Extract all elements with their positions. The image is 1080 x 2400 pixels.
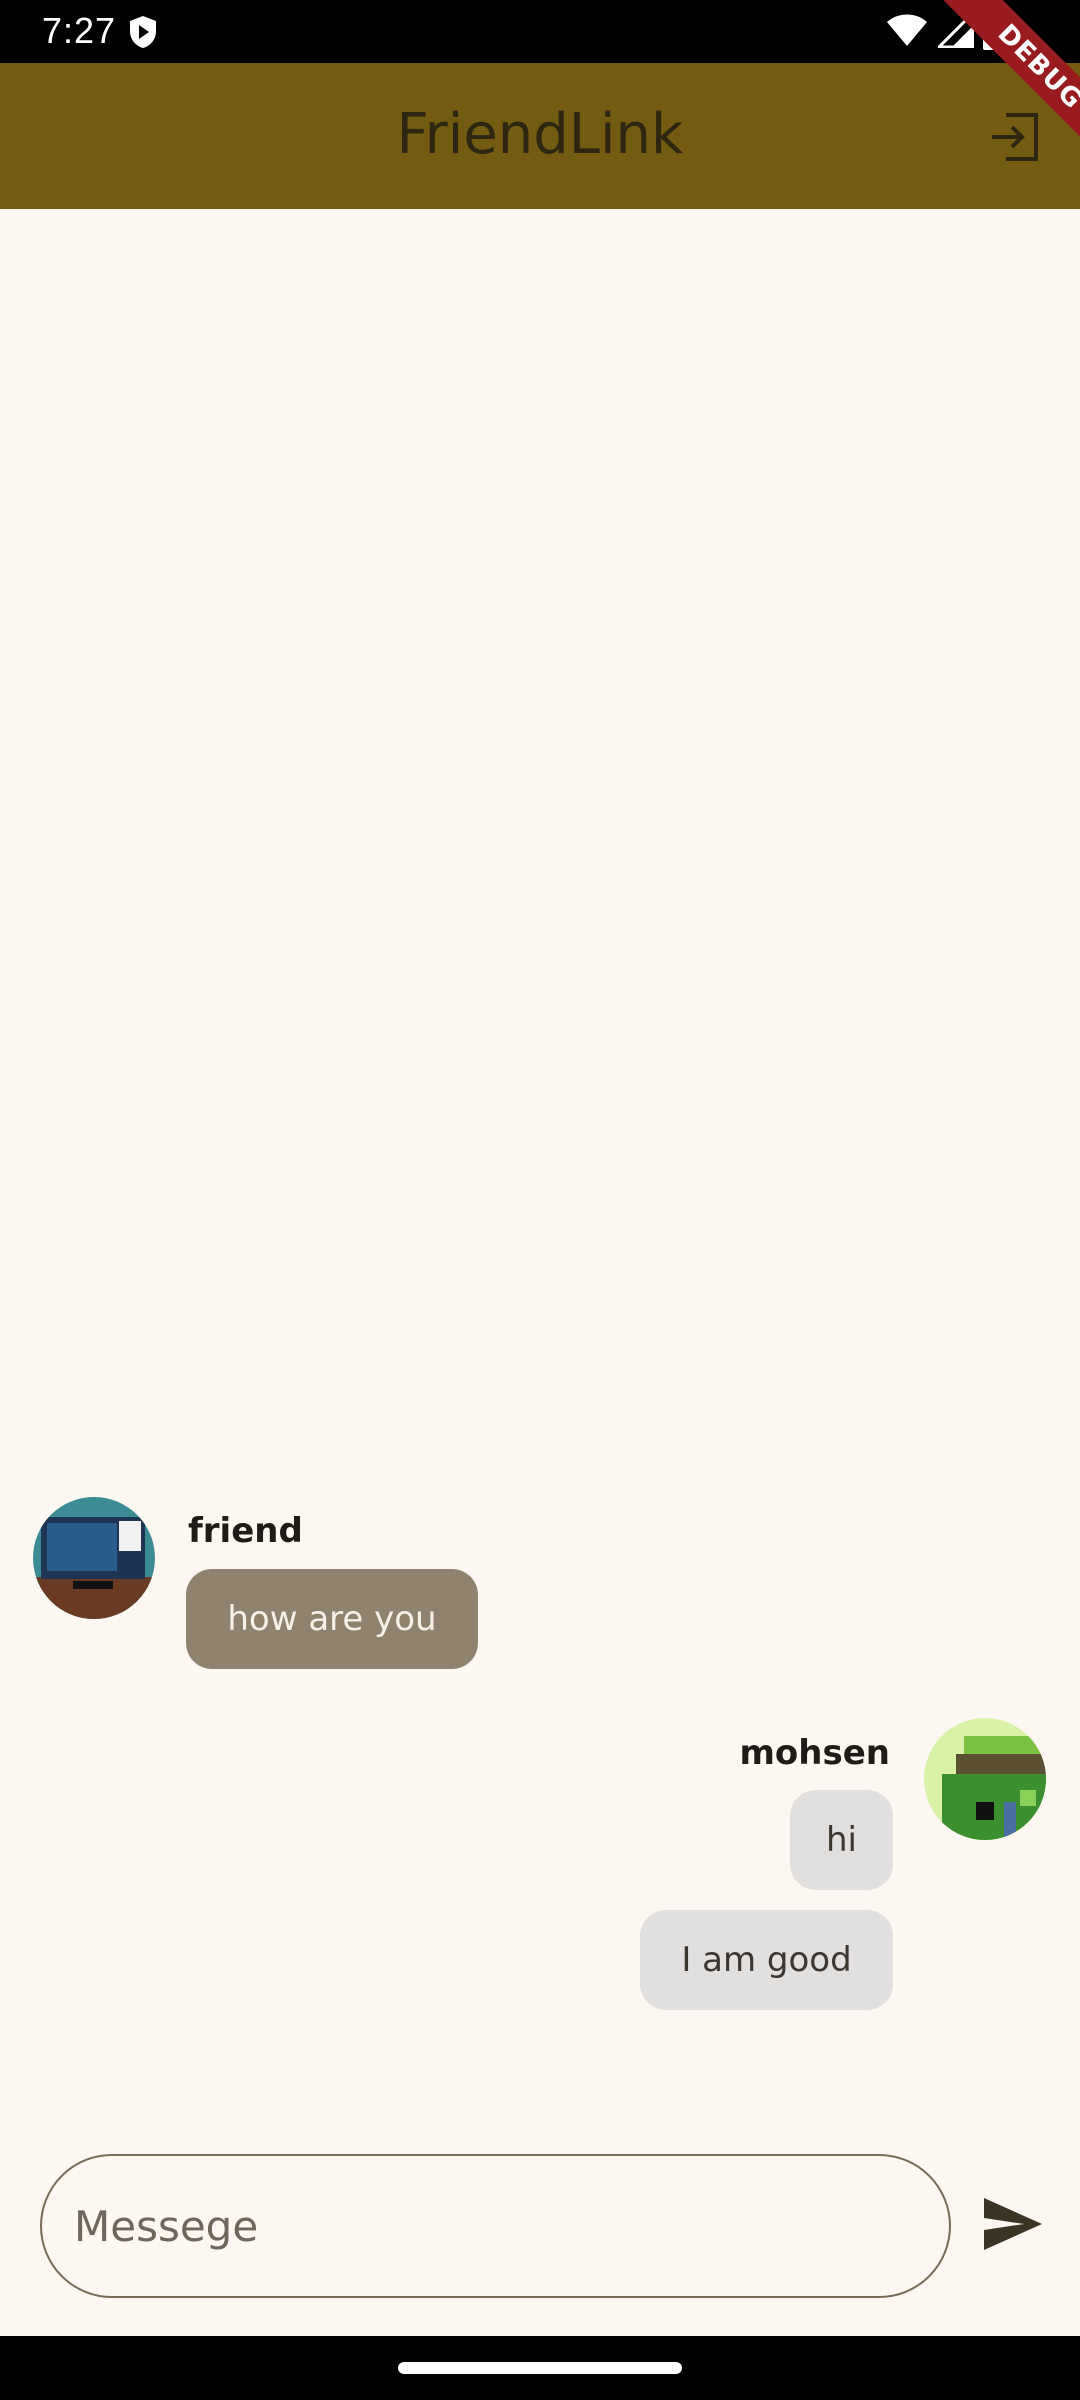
app-title: FriendLink	[396, 102, 684, 167]
sender-name-me: mohsen	[739, 1733, 891, 1773]
home-handle[interactable]	[398, 2362, 682, 2374]
wifi-icon	[887, 14, 927, 46]
my-avatar	[924, 1718, 1046, 1840]
sender-name-friend: friend	[188, 1511, 303, 1551]
message-input[interactable]	[40, 2154, 951, 2298]
signal-icon	[938, 12, 974, 48]
logout-icon[interactable]	[986, 107, 1046, 167]
message-bubble-friend[interactable]: how are you	[186, 1569, 478, 1669]
friend-avatar	[33, 1497, 155, 1619]
shield-icon	[130, 16, 156, 48]
battery-icon	[983, 12, 1005, 50]
status-time: 7:27	[42, 10, 117, 51]
status-bar: 7:27	[0, 0, 1080, 63]
message-bubble-me[interactable]: hi	[790, 1790, 893, 1890]
send-icon[interactable]	[982, 2196, 1044, 2252]
message-bubble-me[interactable]: I am good	[640, 1910, 893, 2010]
navigation-bar	[0, 2336, 1080, 2400]
app-bar: FriendLink	[0, 63, 1080, 209]
